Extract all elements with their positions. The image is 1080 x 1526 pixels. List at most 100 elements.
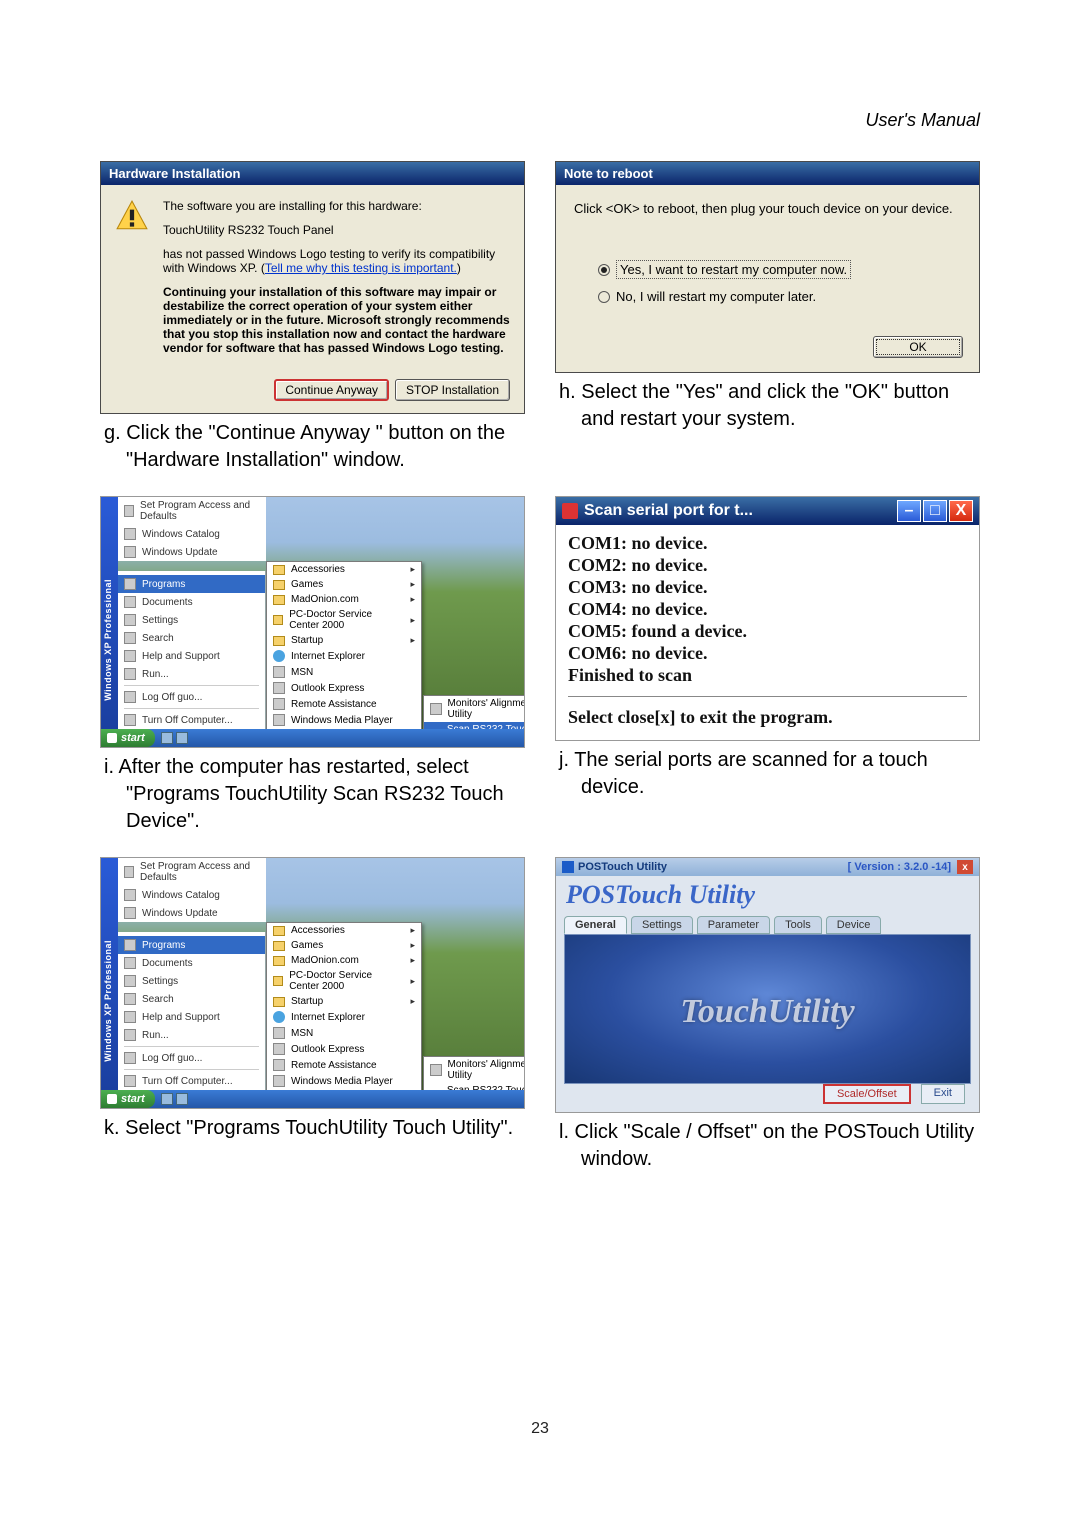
programs-menu-item[interactable]: MadOnion.com▸ — [267, 953, 421, 968]
start-left-item[interactable]: Log Off guo... — [118, 688, 265, 706]
menu-icon — [273, 615, 283, 625]
menu-icon — [124, 1075, 136, 1087]
menu-icon — [124, 691, 136, 703]
app-icon — [562, 861, 574, 873]
start-left-item[interactable]: Help and Support — [118, 1008, 265, 1026]
start-top-item[interactable]: Set Program Access and Defaults — [118, 858, 266, 886]
tray-icon[interactable] — [176, 1093, 188, 1105]
programs-menu-item[interactable]: Accessories▸ — [267, 923, 421, 938]
menu-icon — [124, 578, 136, 590]
postouch-utility-window: POSTouch Utility [ Version : 3.2.0 -14] … — [555, 857, 980, 1113]
programs-menu-item[interactable]: MSN — [267, 1025, 421, 1041]
programs-menu-item[interactable]: Outlook Express — [267, 680, 421, 696]
tray-icon[interactable] — [176, 732, 188, 744]
menu-icon — [124, 546, 136, 558]
start-left-item[interactable]: Run... — [118, 665, 265, 683]
start-left-item[interactable]: Documents — [118, 954, 265, 972]
brand-text: POSTouch Utility — [556, 876, 979, 916]
start-top-item[interactable]: Windows Catalog — [118, 525, 266, 543]
stop-installation-button[interactable]: STOP Installation — [395, 379, 510, 401]
start-top-item[interactable]: Windows Update — [118, 543, 266, 561]
dialog-text: The software you are installing for this… — [163, 199, 510, 213]
pos-tab[interactable]: Tools — [774, 916, 822, 934]
scan-result-line: COM5: found a device. — [568, 621, 967, 642]
programs-menu-item[interactable]: MadOnion.com▸ — [267, 592, 421, 607]
note-to-reboot-dialog: Note to reboot Click <OK> to reboot, the… — [555, 161, 980, 373]
start-left-item[interactable]: Turn Off Computer... — [118, 1072, 265, 1090]
programs-menu-item[interactable]: Internet Explorer — [267, 648, 421, 664]
programs-menu-item[interactable]: Windows Media Player — [267, 712, 421, 728]
programs-menu-item[interactable]: Games▸ — [267, 577, 421, 592]
menu-icon — [124, 1029, 136, 1041]
programs-menu-item[interactable]: MSN — [267, 664, 421, 680]
start-left-item[interactable]: Search — [118, 990, 265, 1008]
start-left-item[interactable]: Search — [118, 629, 265, 647]
menu-icon — [273, 997, 285, 1007]
close-button[interactable]: x — [957, 860, 973, 874]
start-button[interactable]: start — [101, 729, 155, 747]
logo-testing-link[interactable]: Tell me why this testing is important. — [265, 261, 457, 275]
radio-no[interactable] — [598, 291, 610, 303]
menu-icon — [273, 666, 285, 678]
radio-yes[interactable] — [598, 264, 610, 276]
programs-menu-item[interactable]: Internet Explorer — [267, 1009, 421, 1025]
programs-menu-item[interactable]: Startup▸ — [267, 994, 421, 1009]
programs-menu-item[interactable]: Remote Assistance — [267, 1057, 421, 1073]
exit-button[interactable]: Exit — [921, 1084, 965, 1104]
programs-menu-item[interactable]: Startup▸ — [267, 633, 421, 648]
menu-icon — [273, 926, 285, 936]
start-top-item[interactable]: Windows Update — [118, 904, 266, 922]
maximize-button[interactable]: □ — [923, 500, 947, 522]
dialog-warning-text: Continuing your installation of this sof… — [163, 285, 510, 355]
programs-menu-item[interactable]: Outlook Express — [267, 1041, 421, 1057]
pos-tab[interactable]: General — [564, 916, 627, 934]
windows-sidebar-label: Windows XP Professional — [103, 940, 113, 1062]
programs-menu-item[interactable]: Accessories▸ — [267, 562, 421, 577]
dialog-title: Hardware Installation — [101, 162, 524, 185]
menu-icon — [124, 1011, 136, 1023]
tray-icon[interactable] — [161, 1093, 173, 1105]
start-left-item[interactable]: Log Off guo... — [118, 1049, 265, 1067]
scale-offset-button[interactable]: Scale/Offset — [823, 1084, 911, 1104]
start-left-item[interactable]: Turn Off Computer... — [118, 711, 265, 729]
start-top-item[interactable]: Windows Catalog — [118, 886, 266, 904]
minimize-button[interactable]: – — [897, 500, 921, 522]
menu-icon — [273, 956, 285, 966]
window-title: Scan serial port for t... — [584, 502, 891, 520]
caption-j: j. The serial ports are scanned for a to… — [577, 747, 980, 801]
programs-menu-item[interactable]: Windows Media Player — [267, 1073, 421, 1089]
start-left-item[interactable]: Settings — [118, 972, 265, 990]
close-button[interactable]: X — [949, 500, 973, 522]
menu-icon — [273, 1011, 285, 1023]
start-left-item[interactable]: Help and Support — [118, 647, 265, 665]
menu-icon — [124, 975, 136, 987]
programs-menu-item[interactable]: PC-Doctor Service Center 2000▸ — [267, 968, 421, 994]
app-icon — [562, 503, 578, 519]
start-button[interactable]: start — [101, 1090, 155, 1108]
start-left-item[interactable]: Programs — [118, 936, 265, 954]
start-left-item[interactable]: Settings — [118, 611, 265, 629]
start-left-item[interactable]: Run... — [118, 1026, 265, 1044]
continue-anyway-button[interactable]: Continue Anyway — [274, 379, 389, 401]
touchutility-submenu-item[interactable]: Monitors' Alignment Utility — [424, 1057, 525, 1083]
caption-i: i. After the computer has restarted, sel… — [122, 754, 525, 835]
programs-menu-item[interactable]: Remote Assistance — [267, 696, 421, 712]
pos-tab[interactable]: Settings — [631, 916, 693, 934]
windows-icon — [107, 1094, 117, 1104]
menu-icon — [124, 714, 136, 726]
tray-icon[interactable] — [161, 732, 173, 744]
menu-icon — [273, 1027, 285, 1039]
start-left-item[interactable]: Documents — [118, 593, 265, 611]
programs-menu-item[interactable]: PC-Doctor Service Center 2000▸ — [267, 607, 421, 633]
caption-h: h. Select the "Yes" and click the "OK" b… — [577, 379, 980, 433]
pos-tab[interactable]: Device — [826, 916, 882, 934]
page-header: User's Manual — [100, 110, 980, 131]
menu-icon — [273, 976, 283, 986]
touchutility-submenu-item[interactable]: Monitors' Alignment Utility — [424, 696, 525, 722]
start-left-item[interactable]: Programs — [118, 575, 265, 593]
pos-tab[interactable]: Parameter — [697, 916, 770, 934]
ok-button[interactable]: OK — [873, 336, 963, 358]
menu-icon — [124, 614, 136, 626]
programs-menu-item[interactable]: Games▸ — [267, 938, 421, 953]
start-top-item[interactable]: Set Program Access and Defaults — [118, 497, 266, 525]
